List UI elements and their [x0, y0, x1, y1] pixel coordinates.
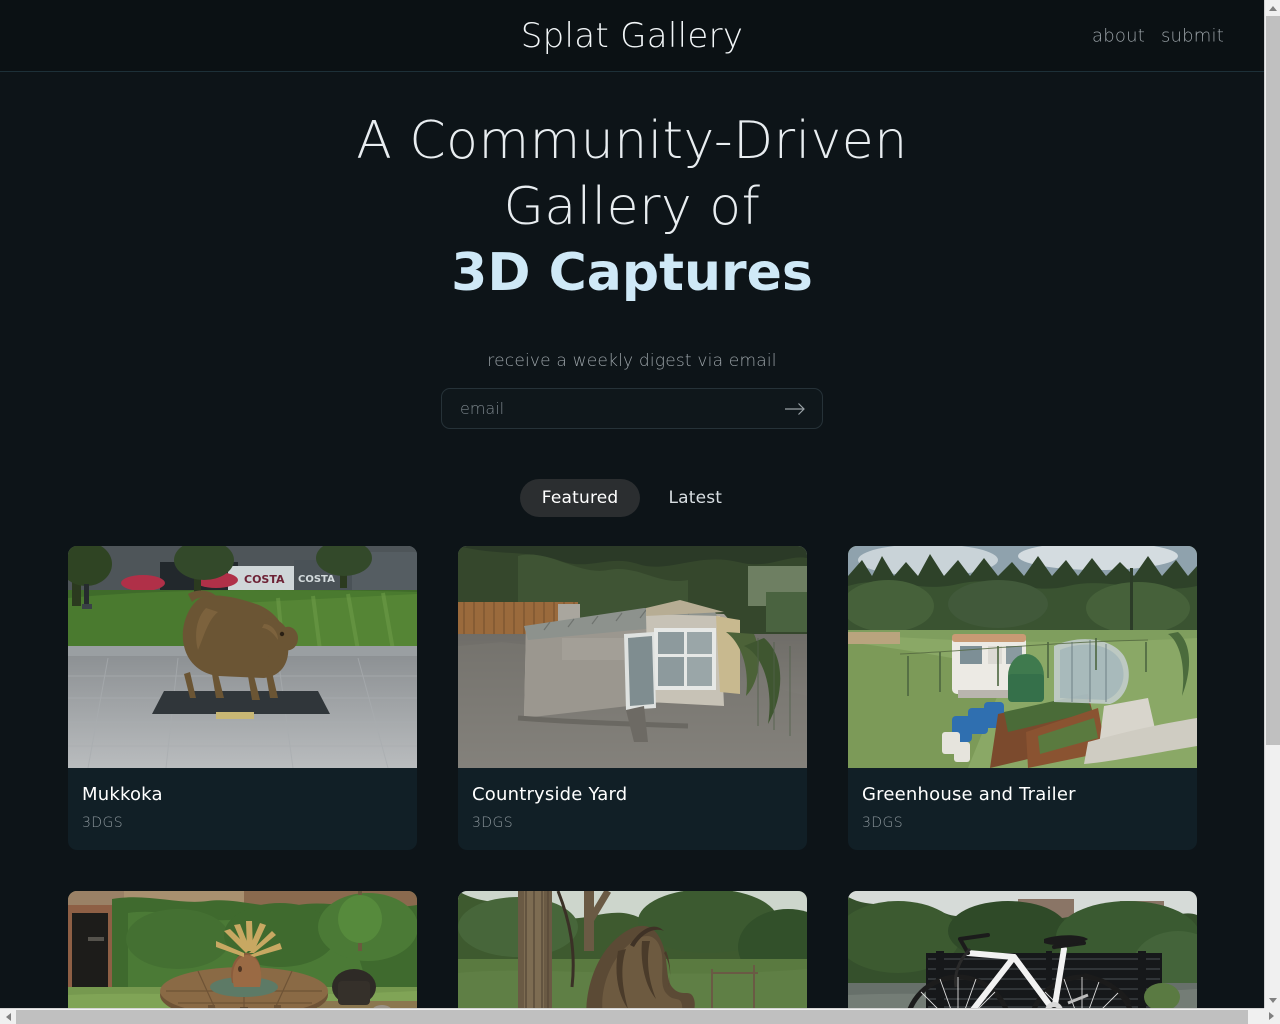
- nav-link-submit[interactable]: submit: [1161, 25, 1224, 46]
- chevron-left-icon: [5, 1013, 11, 1021]
- chevron-down-icon: [1269, 997, 1277, 1003]
- tree-stump-photo: [458, 890, 807, 1008]
- email-submit-button[interactable]: [782, 396, 808, 422]
- card-title: Mukkoka: [82, 784, 163, 805]
- gallery-card[interactable]: [68, 890, 417, 1008]
- card-thumbnail: [68, 890, 417, 1008]
- arrow-right-icon: [784, 402, 806, 416]
- vertical-scrollbar-thumb[interactable]: [1266, 16, 1280, 745]
- gallery-grid: COSTA COSTA Mukkoka 3DGS Countryside Yar…: [68, 546, 1197, 1008]
- gallery-tabs: Featured Latest: [0, 479, 1264, 517]
- hero-section: A Community-Driven Gallery of 3D Capture…: [0, 72, 1264, 429]
- chevron-right-icon: [1269, 1012, 1274, 1020]
- scroll-left-button[interactable]: [0, 1009, 16, 1024]
- hero-line-2: Gallery of: [503, 177, 761, 237]
- card-meta: Countryside Yard 3DGS: [458, 768, 807, 850]
- card-thumbnail: [458, 890, 807, 1008]
- hero-accent-line: 3D Captures: [451, 243, 813, 303]
- elephant-statue-photo: COSTA COSTA: [68, 546, 417, 768]
- gallery-card[interactable]: [848, 890, 1197, 1008]
- card-meta: Greenhouse and Trailer 3DGS: [848, 768, 1197, 850]
- digest-label: receive a weekly digest via email: [487, 351, 777, 371]
- tab-latest[interactable]: Latest: [646, 479, 744, 517]
- gallery-card[interactable]: Countryside Yard 3DGS: [458, 546, 807, 850]
- gallery-card[interactable]: Greenhouse and Trailer 3DGS: [848, 546, 1197, 850]
- svg-text:COSTA: COSTA: [298, 574, 335, 585]
- horizontal-scrollbar[interactable]: [0, 1008, 1264, 1024]
- email-input[interactable]: [460, 399, 782, 418]
- countryside-shed-photo: [458, 546, 807, 768]
- card-title: Countryside Yard: [472, 784, 628, 805]
- bicycle-bench-photo: [848, 890, 1197, 1008]
- page-title: A Community-Driven Gallery of 3D Capture…: [0, 108, 1264, 306]
- card-tag: 3DGS: [472, 814, 514, 831]
- card-thumbnail: [458, 546, 807, 768]
- vertical-scrollbar[interactable]: [1264, 0, 1280, 1008]
- card-thumbnail: [848, 546, 1197, 768]
- tab-featured[interactable]: Featured: [519, 479, 641, 517]
- scroll-down-button[interactable]: [1265, 992, 1280, 1008]
- main-nav: about submit: [1092, 25, 1224, 46]
- card-meta: Mukkoka 3DGS: [68, 768, 417, 850]
- scroll-up-button[interactable]: [1265, 0, 1280, 16]
- site-header: Splat Gallery about submit: [0, 0, 1264, 72]
- page-content: Splat Gallery about submit A Community-D…: [0, 0, 1264, 1008]
- card-tag: 3DGS: [82, 814, 124, 831]
- card-title: Greenhouse and Trailer: [862, 784, 1076, 805]
- browser-viewport: Splat Gallery about submit A Community-D…: [0, 0, 1280, 1024]
- card-thumbnail: [848, 890, 1197, 1008]
- garden-table-photo: [68, 890, 417, 1008]
- site-brand[interactable]: Splat Gallery: [521, 19, 744, 53]
- email-signup-form: [441, 388, 823, 429]
- nav-link-about[interactable]: about: [1092, 25, 1145, 46]
- greenhouse-trailer-photo: [848, 546, 1197, 768]
- svg-text:COSTA: COSTA: [244, 573, 285, 586]
- hero-line-1: A Community-Driven: [356, 111, 908, 171]
- horizontal-scrollbar-thumb[interactable]: [16, 1010, 1248, 1024]
- card-thumbnail: COSTA COSTA: [68, 546, 417, 768]
- chevron-up-icon: [1269, 5, 1277, 11]
- card-tag: 3DGS: [862, 814, 904, 831]
- gallery-card[interactable]: COSTA COSTA Mukkoka 3DGS: [68, 546, 417, 850]
- scrollbar-corner: [1264, 1008, 1280, 1024]
- gallery-card[interactable]: [458, 890, 807, 1008]
